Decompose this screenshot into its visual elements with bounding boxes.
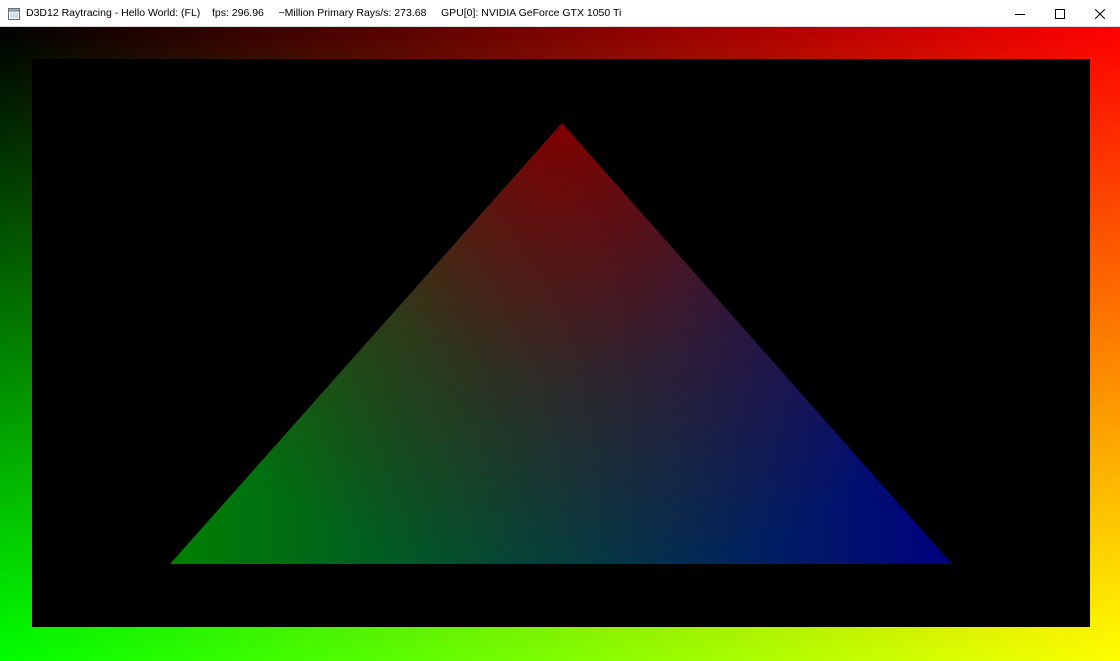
close-button[interactable] <box>1080 0 1120 27</box>
close-icon <box>1095 8 1105 19</box>
minimize-button[interactable] <box>1000 0 1040 27</box>
raytraced-scene <box>0 27 1120 661</box>
window-app-icon <box>8 7 20 20</box>
app-window: D3D12 Raytracing - Hello World: (FL) fps… <box>0 0 1120 661</box>
maximize-button[interactable] <box>1040 0 1080 27</box>
window-title: D3D12 Raytracing - Hello World: (FL) fps… <box>26 7 622 19</box>
render-viewport[interactable] <box>0 27 1120 661</box>
minimize-icon <box>1015 13 1025 15</box>
maximize-icon <box>1055 8 1065 19</box>
title-bar[interactable]: D3D12 Raytracing - Hello World: (FL) fps… <box>0 0 1120 27</box>
window-controls <box>1000 0 1120 27</box>
